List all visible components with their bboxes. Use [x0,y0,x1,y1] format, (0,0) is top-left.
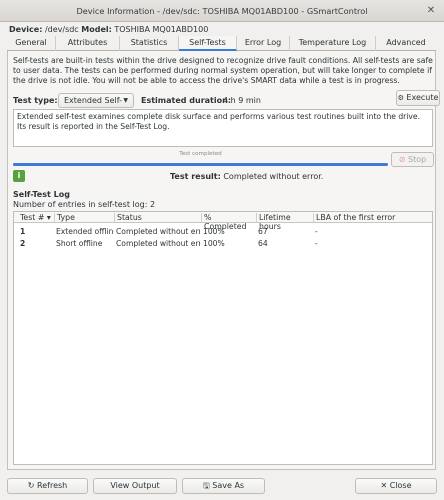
test-result: Test result: Completed without error. [170,172,323,181]
execute-label: Execute [406,93,439,102]
tab-error-log[interactable]: Error Log [237,36,290,51]
cell-type: Short offline [56,239,103,248]
cell-lifetime-hours: 64 [258,239,268,248]
test-description: Extended self-test examines complete dis… [13,109,433,147]
column-header-status[interactable]: Status [114,213,201,222]
progress-track [13,163,388,166]
title-bar: Device Information - /dev/sdc: TOSHIBA M… [0,0,444,22]
test-type-label: Test type: [13,96,58,105]
save-as-button[interactable]: 🖫 Save As [182,478,265,494]
window-close-icon[interactable]: ✕ [424,4,438,18]
device-info: Device: /dev/sdc Model: TOSHIBA MQ01ABD1… [9,25,208,34]
test-result-label: Test result: [170,172,221,181]
device-value: /dev/sdc [44,25,79,34]
cell-lba-first-error: - [315,227,318,236]
test-type-row: Test type: Extended Self-test ▼ Estimate… [13,90,440,118]
column-header-type[interactable]: Type [54,213,112,222]
refresh-button[interactable]: ↻ Refresh [7,478,88,494]
column-header-percent-completed[interactable]: % Completed [201,213,256,231]
close-icon: ✕ [380,481,388,490]
save-as-label: Save As [212,481,245,490]
tab-advanced[interactable]: Advanced [376,36,436,51]
cell-status: Completed without error [116,239,200,248]
cell-test-number: 2 [20,239,26,248]
cell-lba-first-error: - [315,239,318,248]
execute-button[interactable]: ⚙ Execute [396,90,440,106]
tab-bar: General Attributes Statistics Self-Tests… [7,36,436,51]
cell-percent-completed: 100% [203,227,225,236]
progress-fill [13,163,388,166]
cell-percent-completed: 100% [203,239,225,248]
test-progress: Test completed [13,151,388,166]
tab-statistics[interactable]: Statistics [120,36,179,51]
cell-lifetime-hours: 67 [258,227,268,236]
intro-text: Self-tests are built-in tests within the… [13,56,433,86]
estimated-duration-value: 4 h 9 min [223,96,261,105]
refresh-icon: ↻ [27,481,35,490]
test-result-row: i Test result: Completed without error. [13,170,433,184]
column-header-lifetime-hours[interactable]: Lifetime hours [256,213,313,231]
close-button[interactable]: ✕ Close [355,478,437,494]
save-icon: 🖫 [202,481,210,490]
chevron-down-icon: ▼ [123,97,128,104]
stop-button[interactable]: ⊘ Stop [391,152,434,167]
view-output-label: View Output [110,481,160,490]
bottom-button-bar: ↻ Refresh View Output 🖫 Save As ✕ Close [0,478,444,494]
column-header-lba-first-error[interactable]: LBA of the first error [313,213,423,222]
progress-text: Test completed [179,151,222,157]
view-output-button[interactable]: View Output [93,478,177,494]
self-test-log-count: Number of entries in self-test log: 2 [13,200,156,209]
cell-status: Completed without error [116,227,200,236]
stop-icon: ⊘ [398,155,406,164]
model-label: Model: [81,25,112,34]
close-label: Close [389,481,412,490]
model-value: TOSHIBA MQ01ABD100 [114,25,209,34]
execute-icon: ⚙ [397,94,404,102]
tab-self-tests[interactable]: Self-Tests [179,36,237,51]
test-type-dropdown[interactable]: Extended Self-test ▼ [58,93,134,118]
refresh-label: Refresh [37,481,68,490]
device-label: Device: [9,25,43,34]
table-row[interactable]: 2 Short offline Completed without error … [14,237,432,249]
column-header-test-number[interactable]: Test # ▾ [18,213,54,222]
self-test-log-title: Self-Test Log [13,190,70,199]
tab-general[interactable]: General [7,36,56,51]
table-row[interactable]: 1 Extended offline Completed without err… [14,225,432,237]
tab-temperature-log[interactable]: Temperature Log [290,36,376,51]
table-header: Test # ▾ Type Status % Completed Lifetim… [14,212,432,231]
tab-attributes[interactable]: Attributes [56,36,120,51]
estimated-duration-label: Estimated duration: [141,96,232,105]
cell-test-number: 1 [20,227,26,236]
self-test-log-table[interactable]: Test # ▾ Type Status % Completed Lifetim… [13,211,433,465]
cell-type: Extended offline [56,227,114,236]
self-tests-panel: Self-tests are built-in tests within the… [7,51,440,470]
status-ok-icon: i [13,170,25,182]
stop-label: Stop [408,155,427,164]
window-title: Device Information - /dev/sdc: TOSHIBA M… [76,6,368,16]
test-result-value: Completed without error. [223,172,324,181]
